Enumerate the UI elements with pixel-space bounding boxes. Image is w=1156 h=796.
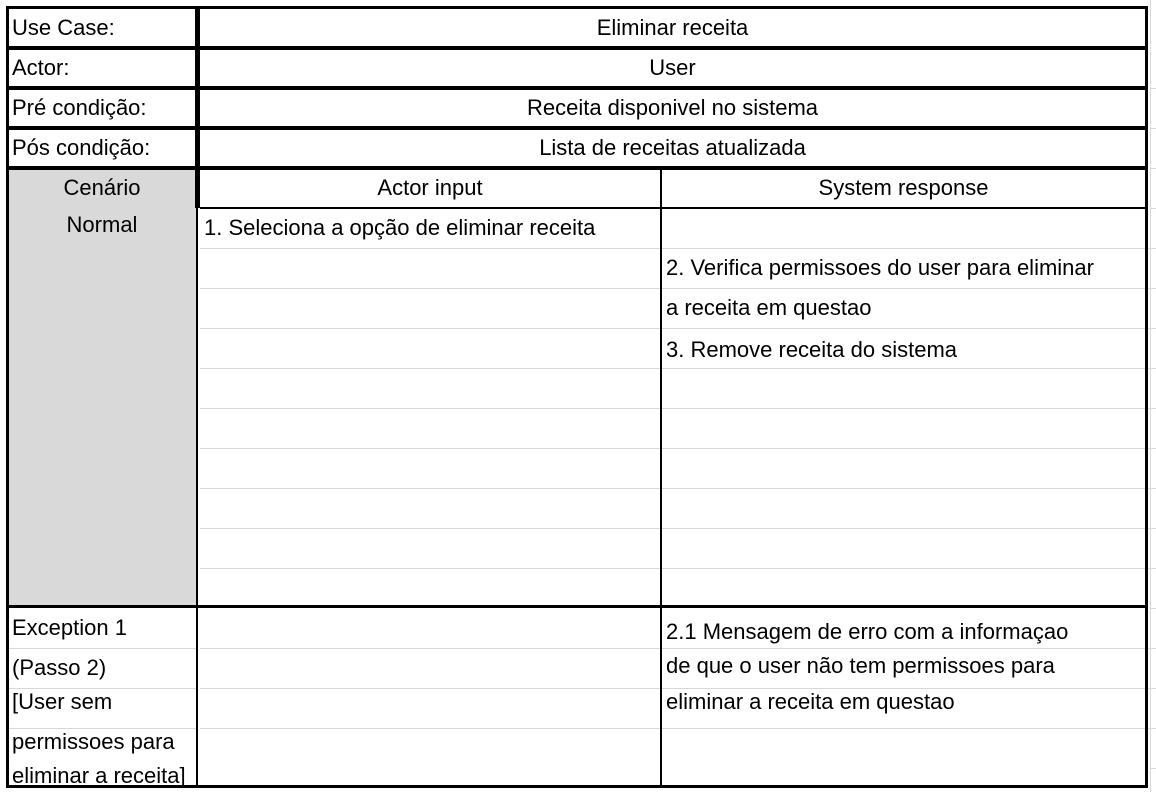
use-case-value: Eliminar receita — [596, 15, 749, 40]
scenario-label-line1: Cenário — [63, 175, 141, 200]
exception-response-line3: eliminar a receita em questao — [666, 689, 955, 714]
system-step-2-cont: a receita em questao — [666, 295, 872, 320]
system-step-3: 3. Remove receita do sistema — [666, 337, 958, 362]
system-response-header: System response — [818, 175, 989, 200]
postcondition-label: Pós condição: — [12, 135, 151, 160]
actor-input-header: Actor input — [377, 175, 483, 200]
precondition-label: Pré condição: — [12, 95, 147, 120]
actor-value: User — [649, 55, 696, 80]
precondition-value: Receita disponivel no sistema — [526, 95, 819, 120]
system-step-2: 2. Verifica permissoes do user para elim… — [666, 255, 1094, 280]
postcondition-value: Lista de receitas atualizada — [539, 135, 806, 160]
exception-response-line2: de que o user não tem permissoes para — [666, 653, 1055, 678]
exception-label-line1: Exception 1 — [12, 615, 127, 640]
scenario-label-line2: Normal — [66, 212, 138, 237]
use-case-label: Use Case: — [12, 15, 115, 40]
actor-step-1: 1. Seleciona a opção de eliminar receita — [204, 215, 596, 240]
actor-label: Actor: — [12, 55, 70, 80]
exception-label-line5: eliminar a receita] — [12, 763, 186, 788]
exception-label-line3: [User sem — [12, 689, 113, 714]
